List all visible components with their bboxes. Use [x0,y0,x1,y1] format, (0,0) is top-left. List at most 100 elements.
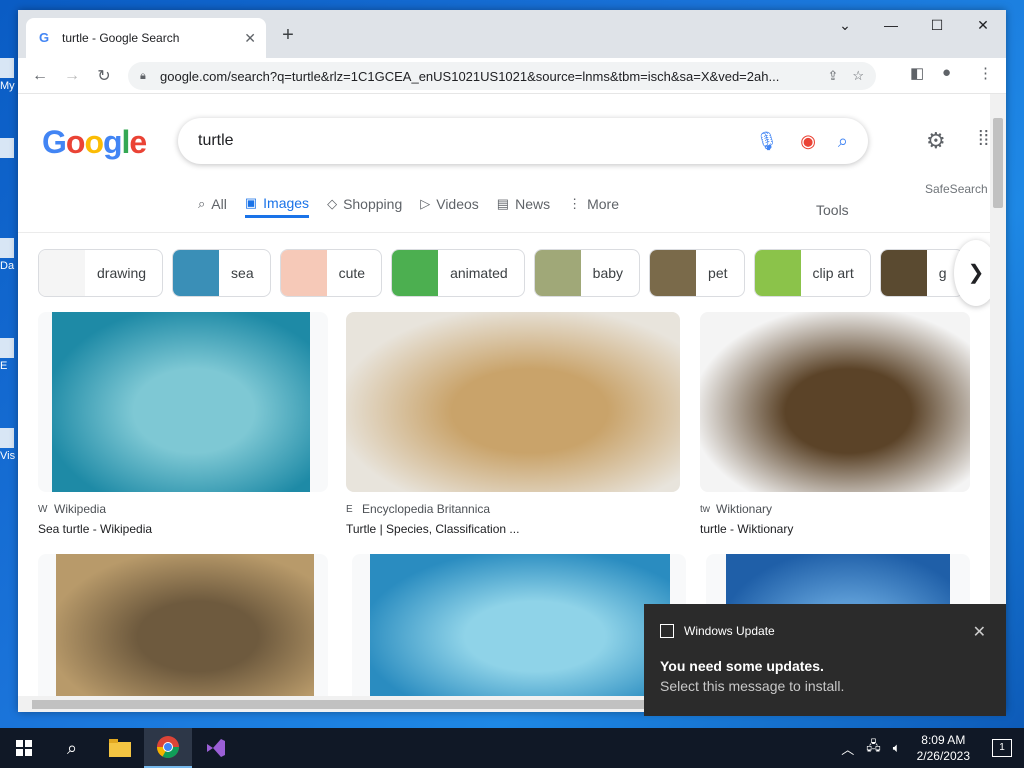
browser-tab[interactable]: G turtle - Google Search ✕ [26,18,266,58]
back-button[interactable]: ← [24,67,56,85]
tab-label: All [211,196,227,212]
desktop-icon[interactable]: Da [0,238,20,272]
news-icon: ▤ [496,196,510,211]
windows-update-icon [660,624,674,638]
chip-g[interactable]: g [879,249,964,297]
chip-label: clip art [812,265,854,281]
minimize-button[interactable]: — [868,10,914,42]
result-thumbnail-frame [38,554,328,696]
safesearch-link[interactable]: SafeSearch [925,182,988,196]
chip-sea[interactable]: sea [172,249,271,297]
search-input[interactable]: turtle [198,132,733,150]
tab-more[interactable]: ⋮ More [568,190,619,218]
tab-label: Shopping [343,196,403,212]
tab-images[interactable]: ▣ Images [244,190,310,218]
close-icon[interactable]: ✕ [973,622,986,642]
windows-update-notification[interactable]: Windows Update ✕ You need some updates. … [644,604,1006,716]
notification-title: You need some updates. [660,658,824,674]
result-source[interactable]: W Wikipedia [38,502,328,516]
tab-search-button[interactable]: ⌄ [822,10,868,42]
chip-drawing[interactable]: drawing [38,249,164,297]
result-caption[interactable]: Turtle | Species, Classification ... [346,522,680,536]
tab-close-icon[interactable]: ✕ [244,30,256,47]
volume-icon[interactable]: 🔈︎ [893,740,901,756]
desktop-icon[interactable]: E [0,338,20,372]
tab-videos[interactable]: ▷ Videos [420,190,479,218]
chip-label: pet [708,265,728,281]
clock[interactable]: 8:09 AM 2/26/2023 [917,732,970,764]
bookmark-star-icon[interactable]: ☆ [852,68,864,84]
refinement-chips: drawing sea cute animated baby pet clip art g [38,249,990,297]
title-bar[interactable]: G turtle - Google Search ✕ + ⌄ — ☐ ✕ [18,10,1006,58]
desktop-icon-label: E [0,360,8,372]
tab-all[interactable]: ⌕ All [198,190,227,218]
action-center-icon[interactable]: 1 [992,739,1012,757]
chip-animated[interactable]: animated [391,249,525,297]
start-button[interactable] [0,728,48,768]
side-panel-icon[interactable]: ◧ [910,64,924,82]
desktop-icon[interactable]: My [0,58,20,92]
notification-app-name: Windows Update [684,624,775,638]
chip-cute[interactable]: cute [279,249,383,297]
share-icon[interactable]: ⇪ [827,68,838,84]
chip-thumbnail [754,250,801,296]
camera-lens-icon[interactable]: ◉ [800,131,816,152]
chip-label: sea [231,265,254,281]
image-result[interactable]: W Wikipedia Sea turtle - Wikipedia [38,312,328,536]
search-box[interactable]: turtle 🎙︎ ◉ ⌕ [178,118,868,164]
image-result[interactable] [352,554,686,696]
maximize-button[interactable]: ☐ [914,10,960,42]
chip-label: drawing [97,265,147,281]
result-thumbnail-frame [38,312,328,492]
result-thumbnail-frame [346,312,680,492]
chrome-taskbar-icon[interactable] [144,728,192,768]
chip-pet[interactable]: pet [649,249,745,297]
settings-gear-icon[interactable]: ⚙ [926,128,946,154]
search-icon[interactable]: ⌕ [48,728,96,768]
chip-clip-art[interactable]: clip art [753,249,871,297]
tab-news[interactable]: ▤ News [497,190,550,218]
chip-label: baby [592,265,624,281]
new-tab-button[interactable]: + [276,24,300,48]
tab-shopping[interactable]: ◇ Shopping [327,190,402,218]
apps-grid-icon[interactable]: ⁞⁞ [978,128,989,151]
chip-thumbnail [650,250,697,296]
search-icon[interactable]: ⌕ [838,131,848,152]
search-icon: ⌕ [198,196,206,211]
result-source[interactable]: tw Wiktionary [700,502,970,516]
desktop-icon-label: Da [0,260,15,272]
tab-label: Images [263,194,310,211]
image-result[interactable] [38,554,328,696]
file-explorer-icon[interactable] [96,728,144,768]
network-icon[interactable]: 🖧︎ [866,737,881,759]
tab-label: More [587,196,620,212]
lock-icon[interactable]: 🔒︎ [140,70,152,83]
address-bar[interactable]: 🔒︎ google.com/search?q=turtle&rlz=1C1GCE… [128,62,876,90]
tools-button[interactable]: Tools [816,202,849,218]
desktop-icon[interactable] [0,138,20,160]
result-thumbnail-frame [700,312,970,492]
reload-button[interactable]: ↻ [88,66,120,86]
desktop-icon[interactable]: Vis [0,428,20,462]
chip-baby[interactable]: baby [533,249,641,297]
chevron-right-icon[interactable]: ❯ [954,240,990,306]
visual-studio-icon[interactable] [192,728,240,768]
microphone-icon[interactable]: 🎙︎ [755,131,778,152]
more-vert-icon: ⋮ [568,196,582,211]
notification-body: Select this message to install. [660,678,845,694]
profile-avatar[interactable]: ● [942,64,951,81]
image-result[interactable]: tw Wiktionary turtle - Wiktionary [700,312,970,536]
result-caption[interactable]: Sea turtle - Wikipedia [38,522,328,536]
result-source[interactable]: E Encyclopedia Britannica [346,502,680,516]
chip-label: animated [450,265,508,281]
chevron-up-icon[interactable]: ︿ [841,739,854,758]
result-caption[interactable]: turtle - Wiktionary [700,522,970,536]
taskbar: ⌕ ︿ 🖧︎ 🔈︎ 8:09 AM 2/26/2023 1 [0,728,1024,768]
turtle-image [56,554,314,696]
close-window-button[interactable]: ✕ [960,10,1006,42]
chrome-menu-icon[interactable]: ⋮ [978,64,993,82]
image-result[interactable]: E Encyclopedia Britannica Turtle | Species… [346,312,680,536]
tab-label: News [515,196,551,212]
google-logo[interactable]: Google [42,124,147,161]
forward-button[interactable]: → [56,67,88,85]
